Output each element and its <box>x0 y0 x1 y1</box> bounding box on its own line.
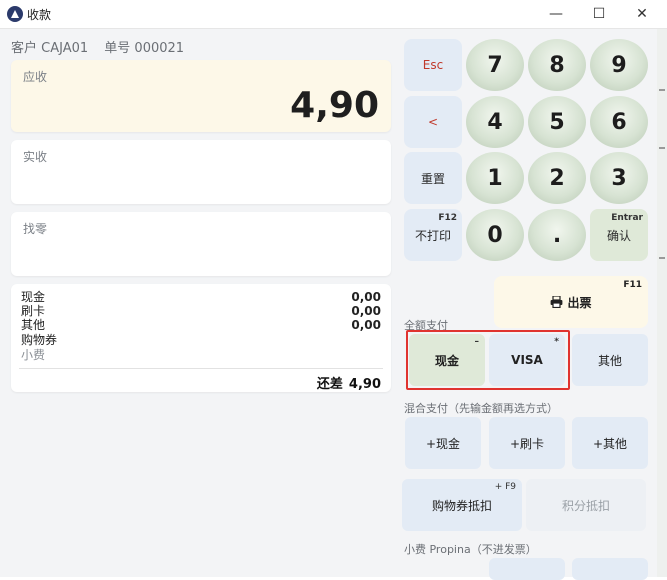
digit-9-key[interactable]: 9 <box>590 39 648 91</box>
digit-6-key[interactable]: 6 <box>590 96 648 148</box>
digit-5-key[interactable]: 5 <box>528 96 586 148</box>
balance-value: 4,90 <box>348 377 381 392</box>
confirm-key[interactable]: Entrar 确认 <box>590 209 648 261</box>
voucher-label: 购物券抵扣 <box>431 498 492 513</box>
print-label: 出票 <box>567 295 592 310</box>
confirm-label: 确认 <box>606 228 631 243</box>
amount-due-value: 4,90 <box>290 85 379 126</box>
no-print-key[interactable]: F12 不打印 <box>404 209 462 261</box>
add-cash-button[interactable]: +现金 <box>405 417 481 469</box>
window-title: 收款 <box>27 8 52 22</box>
digit-7-key[interactable]: 7 <box>466 39 524 91</box>
mixed-payment-label: 混合支付（先输金额再选方式） <box>404 402 558 415</box>
add-other-button[interactable]: +其他 <box>572 417 648 469</box>
change-label: 找零 <box>23 222 48 236</box>
background-window-strip <box>657 29 667 577</box>
confirm-hint: Entrar <box>611 213 643 223</box>
printer-icon <box>551 296 563 308</box>
title-bar: 收款 — ☐ ✕ <box>0 0 667 29</box>
amount-due-panel: 应收 4,90 <box>11 60 391 132</box>
tip-label: 小费 Propina（不进发票） <box>404 543 537 556</box>
digit-2-key[interactable]: 2 <box>528 152 586 204</box>
close-button[interactable]: ✕ <box>620 0 664 28</box>
summary-row-voucher: 购物券 <box>21 333 58 347</box>
digit-3-key[interactable]: 3 <box>590 152 648 204</box>
no-print-hint: F12 <box>438 213 457 223</box>
summary-row-cash: 现金 0,00 <box>21 290 381 304</box>
amount-due-label: 应收 <box>23 70 48 84</box>
reset-key[interactable]: 重置 <box>404 152 462 204</box>
payment-summary: 现金 0,00 刷卡 0,00 其他 0,00 购物券 小费 还差 4,90 <box>11 284 391 392</box>
customer-label: 客户 CAJA01 <box>11 41 89 56</box>
esc-key[interactable]: Esc <box>404 39 462 91</box>
selection-highlight <box>406 330 570 390</box>
minimize-button[interactable]: — <box>534 0 578 28</box>
points-deduct-button[interactable]: 积分抵扣 <box>526 479 646 531</box>
maximize-button[interactable]: ☐ <box>577 0 621 28</box>
amount-received-label: 实收 <box>23 150 48 164</box>
amount-received-field[interactable]: 实收 <box>11 140 391 204</box>
summary-divider <box>19 368 383 369</box>
pay-other-button[interactable]: 其他 <box>572 334 648 386</box>
digit-4-key[interactable]: 4 <box>466 96 524 148</box>
voucher-deduct-button[interactable]: + F9 购物券抵扣 <box>402 479 522 531</box>
balance-label: 还差 <box>316 377 343 392</box>
app-logo-icon <box>7 6 23 22</box>
summary-row-other: 其他 0,00 <box>21 318 381 332</box>
digit-8-key[interactable]: 8 <box>528 39 586 91</box>
decimal-key[interactable]: . <box>528 209 586 261</box>
backspace-key[interactable]: < <box>404 96 462 148</box>
digit-1-key[interactable]: 1 <box>466 152 524 204</box>
summary-row-tip: 小费 <box>21 348 46 362</box>
no-print-label: 不打印 <box>414 228 451 243</box>
print-receipt-button[interactable]: F11 出票 <box>494 276 648 328</box>
order-number: 单号 000021 <box>104 41 185 56</box>
summary-row-card: 刷卡 0,00 <box>21 304 381 318</box>
change-field: 找零 <box>11 212 391 276</box>
voucher-hint: + F9 <box>494 482 516 492</box>
payment-dialog: 客户 CAJA01 单号 000021 应收 4,90 实收 找零 现金 0,0… <box>0 29 657 580</box>
print-hint: F11 <box>623 280 642 290</box>
digit-0-key[interactable]: 0 <box>466 209 524 261</box>
customer-info: 客户 CAJA01 单号 000021 <box>11 37 196 56</box>
add-card-button[interactable]: +刷卡 <box>489 417 565 469</box>
balance-due: 还差 4,90 <box>311 373 381 392</box>
